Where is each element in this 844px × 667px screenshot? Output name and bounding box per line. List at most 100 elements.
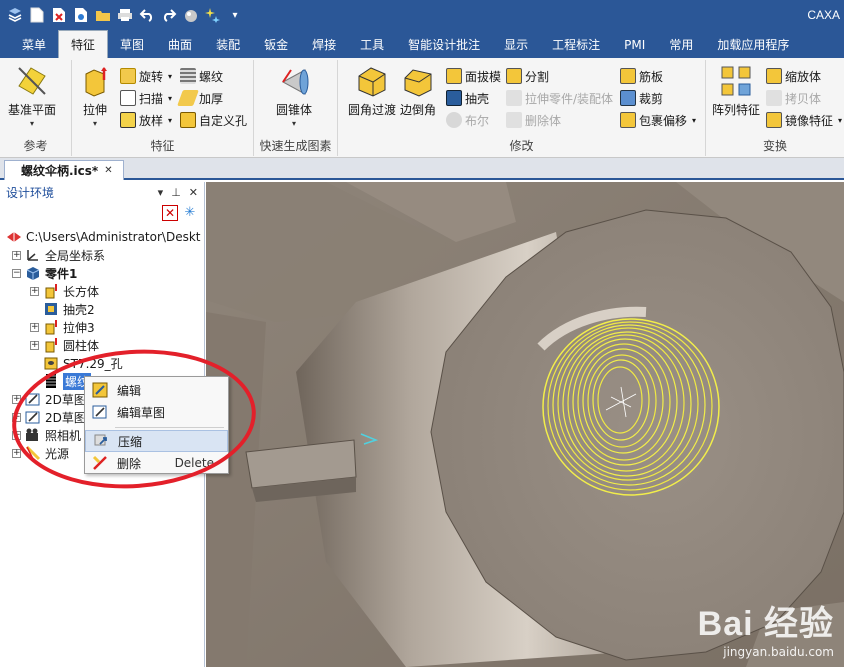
- delete-x-icon[interactable]: ✕: [162, 205, 178, 221]
- close-icon[interactable]: ✕: [104, 165, 112, 176]
- pattern-button[interactable]: 阵列特征: [712, 64, 760, 118]
- group-quick-generate: 圆锥体 ▾ 快速生成图素: [254, 60, 338, 156]
- thread-button[interactable]: 螺纹: [180, 66, 223, 86]
- revolve-icon: [120, 68, 136, 84]
- tab-sheet-metal[interactable]: 钣金: [252, 32, 300, 58]
- expand-icon[interactable]: +: [30, 286, 39, 296]
- document-tab[interactable]: 螺纹伞柄.ics* ✕: [4, 160, 124, 180]
- 3d-viewport[interactable]: Bai 经验 jingyan.baidu.com: [206, 182, 844, 667]
- tab-weld[interactable]: 焊接: [300, 32, 348, 58]
- chamfer-icon: [404, 69, 432, 97]
- scale-body-button[interactable]: 缩放体: [766, 66, 821, 86]
- expand-icon[interactable]: +: [30, 340, 39, 350]
- chevron-down-icon: ▾: [92, 119, 97, 128]
- tab-feature[interactable]: 特征: [58, 30, 109, 58]
- suppress-icon: [94, 434, 107, 446]
- boolean-button[interactable]: 布尔: [446, 110, 489, 130]
- new-icon[interactable]: [28, 6, 46, 24]
- split-button[interactable]: 分割: [506, 66, 549, 86]
- thicken-button[interactable]: 加厚: [177, 88, 223, 108]
- tab-smart-annotation[interactable]: 智能设计批注: [396, 32, 492, 58]
- open-folder-icon[interactable]: [94, 6, 112, 24]
- tree-item-box[interactable]: + 长方体: [30, 282, 99, 300]
- tab-pmi[interactable]: PMI: [612, 32, 657, 58]
- chamfer-button[interactable]: 边倒角: [400, 64, 436, 118]
- sparkle-icon[interactable]: ✳: [182, 205, 198, 221]
- tree-item-part1[interactable]: − 零件1: [12, 264, 77, 282]
- expand-icon[interactable]: +: [12, 250, 21, 260]
- material-icon[interactable]: [182, 6, 200, 24]
- context-menu: 编辑 编辑草图 压缩 删除 Delete: [84, 376, 229, 474]
- delete-body-button[interactable]: 删除体: [506, 110, 561, 130]
- close-icon[interactable]: ✕: [189, 186, 198, 199]
- expand-icon[interactable]: +: [12, 412, 21, 422]
- fillet-button[interactable]: 圆角过渡: [348, 64, 396, 118]
- close-doc-icon[interactable]: [50, 6, 68, 24]
- shell-button[interactable]: 抽壳: [446, 88, 489, 108]
- tab-menu[interactable]: 菜单: [10, 32, 58, 58]
- print-icon[interactable]: [116, 6, 134, 24]
- sweep-button[interactable]: 扫描 ▾: [120, 88, 172, 108]
- tab-tools[interactable]: 工具: [348, 32, 396, 58]
- delete-body-icon: [506, 112, 522, 128]
- tab-assembly[interactable]: 装配: [204, 32, 252, 58]
- tree-item-camera[interactable]: + 照相机: [12, 426, 81, 444]
- datum-plane-button[interactable]: 基准平面 ▾: [8, 64, 56, 128]
- expand-icon[interactable]: +: [12, 430, 21, 440]
- custom-hole-button[interactable]: 自定义孔: [180, 110, 247, 130]
- tree-item-cylinder[interactable]: + 圆柱体: [30, 336, 99, 354]
- menu-item-edit[interactable]: 编辑: [85, 379, 228, 401]
- revolve-button[interactable]: 旋转 ▾: [120, 66, 172, 86]
- pattern-icon: [721, 66, 751, 96]
- menu-item-suppress[interactable]: 压缩: [85, 430, 228, 452]
- tree-item-hole[interactable]: ST7.29_孔: [43, 354, 123, 372]
- tree-item-extrude3[interactable]: + 拉伸3: [30, 318, 95, 336]
- document-tab-strip: 螺纹伞柄.ics* ✕: [0, 158, 844, 180]
- expand-icon[interactable]: +: [12, 448, 21, 458]
- loft-button[interactable]: 放样 ▾: [120, 110, 172, 130]
- tree-item-root[interactable]: C:\Users\Administrator\Deskt: [6, 228, 201, 246]
- sparkle-icon[interactable]: [204, 6, 222, 24]
- thread-icon: [180, 68, 196, 84]
- menu-item-delete[interactable]: 删除 Delete: [85, 452, 228, 474]
- tree-item-global-coords[interactable]: + 全局坐标系: [12, 246, 105, 264]
- fillet-icon: [358, 67, 386, 97]
- app-menu-icon[interactable]: [6, 6, 24, 24]
- tree-item-shell2[interactable]: 抽壳2: [43, 300, 95, 318]
- ribbon-tab-bar: 菜单 特征 草图 曲面 装配 钣金 焊接 工具 智能设计批注 显示 工程标注 P…: [0, 30, 844, 58]
- chevron-down-icon[interactable]: ▾: [158, 186, 164, 199]
- pin-icon[interactable]: ⊥: [171, 186, 181, 199]
- tab-surface[interactable]: 曲面: [156, 32, 204, 58]
- expand-icon[interactable]: +: [30, 322, 39, 332]
- collapse-icon[interactable]: −: [12, 268, 21, 278]
- extrude-part-button[interactable]: 拉伸零件/装配体: [506, 88, 613, 108]
- expand-icon[interactable]: +: [12, 394, 21, 404]
- panel-title: 设计环境: [6, 185, 55, 200]
- trim-button[interactable]: 裁剪: [620, 88, 663, 108]
- save-icon[interactable]: [72, 6, 90, 24]
- rib-button[interactable]: 筋板: [620, 66, 663, 86]
- wrap-offset-button[interactable]: 包裹偏移 ▾: [620, 110, 696, 130]
- tree-item-2d-sketch-2[interactable]: + 2D草图: [12, 408, 86, 426]
- chevron-down-icon: ▾: [30, 119, 35, 128]
- tree-item-2d-sketch-1[interactable]: + 2D草图: [12, 390, 86, 408]
- sweep-icon: [120, 90, 136, 106]
- coordinate-system-icon: [27, 250, 38, 261]
- tab-sketch[interactable]: 草图: [108, 32, 156, 58]
- group-modify: 圆角过渡 边倒角 面拔模 抽壳 布尔 分割 拉伸零件/装配体 删除体 筋板 裁剪…: [338, 60, 706, 156]
- copy-body-button[interactable]: 拷贝体: [766, 88, 821, 108]
- thicken-icon: [177, 90, 199, 106]
- undo-icon[interactable]: [138, 6, 156, 24]
- tab-display[interactable]: 显示: [492, 32, 540, 58]
- extrude-button[interactable]: 拉伸 ▾: [78, 64, 112, 128]
- tab-load-apps[interactable]: 加载应用程序: [705, 32, 801, 58]
- tab-engineering-dim[interactable]: 工程标注: [540, 32, 612, 58]
- tree-item-light[interactable]: + 光源: [12, 444, 69, 462]
- menu-item-edit-sketch[interactable]: 编辑草图: [85, 401, 228, 423]
- redo-icon[interactable]: [160, 6, 178, 24]
- face-draft-button[interactable]: 面拔模: [446, 66, 501, 86]
- tab-common[interactable]: 常用: [657, 32, 705, 58]
- mirror-feature-button[interactable]: 镜像特征 ▾: [766, 110, 842, 130]
- cone-button[interactable]: 圆锥体 ▾: [276, 64, 312, 128]
- dropdown-icon[interactable]: ▾: [226, 6, 244, 24]
